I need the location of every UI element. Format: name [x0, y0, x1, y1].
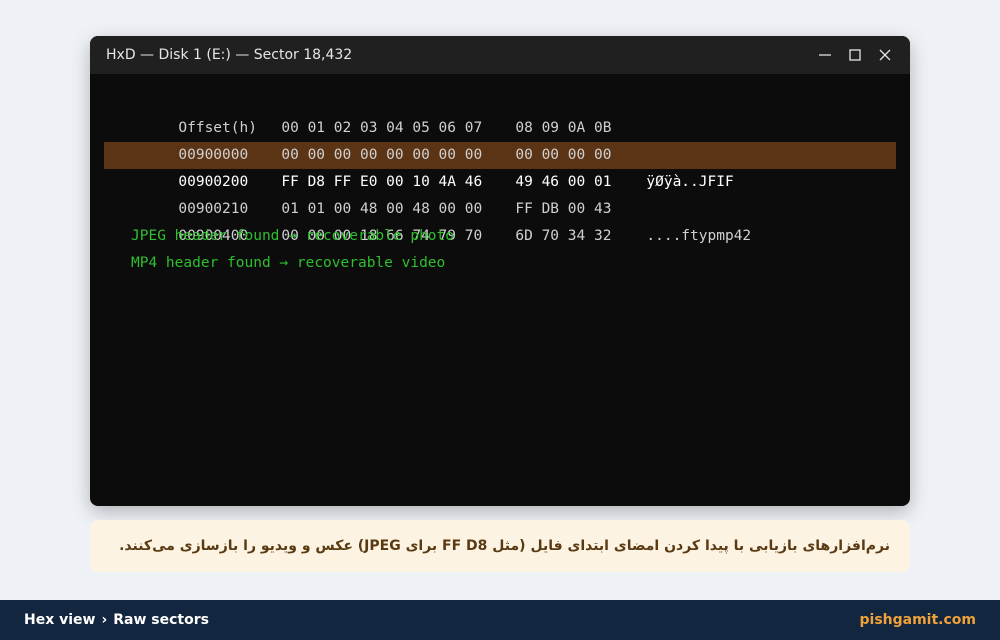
row-bytes-1[interactable]: FF D8 FF E0 00 10 4A 46 [281, 169, 515, 196]
offset-header: Offset(h) [178, 120, 257, 136]
caption-text: نرم‌افزارهای بازیابی با پیدا کردن امضای … [119, 538, 890, 554]
row-bytes-2[interactable]: 49 46 00 01 [515, 169, 646, 196]
hex-editor-window: HxD — Disk 1 (E:) — Sector 18,432 Offset… [90, 36, 910, 506]
close-icon[interactable] [878, 48, 892, 62]
breadcrumb-hex-view: Hex view [24, 612, 96, 628]
hex-view[interactable]: Offset(h) 00 01 02 03 04 05 06 07 08 09 0A… [90, 74, 910, 277]
row-bytes-2[interactable]: FF DB 00 43 [515, 196, 646, 223]
row-bytes-2[interactable]: 6D 70 34 32 [515, 223, 646, 250]
row-ascii[interactable]: ....ftypmp42 [646, 223, 751, 250]
byte-columns-header-1: 00 01 02 03 04 05 06 07 [281, 120, 483, 136]
hex-header-row: Offset(h) 00 01 02 03 04 05 06 07 08 09 0A… [104, 88, 896, 136]
breadcrumb: Hex view › Raw sectors [24, 612, 209, 628]
maximize-icon[interactable] [848, 48, 862, 62]
byte-columns-header-2: 08 09 0A 0B [515, 120, 612, 136]
window-title: HxD — Disk 1 (E:) — Sector 18,432 [106, 47, 353, 63]
row-ascii[interactable]: ÿØÿà..JFIF [646, 169, 733, 196]
title-bar[interactable]: HxD — Disk 1 (E:) — Sector 18,432 [90, 36, 910, 74]
minimize-icon[interactable] [818, 48, 832, 62]
row-bytes-1[interactable]: 00 00 00 00 00 00 00 00 [281, 142, 515, 169]
breadcrumb-raw-sectors: Raw sectors [113, 612, 209, 628]
breadcrumb-separator: › [101, 612, 108, 628]
window-controls [818, 36, 892, 74]
footer-bar: Hex view › Raw sectors pishgamit.com [0, 600, 1000, 640]
row-bytes-2[interactable]: 00 00 00 00 [515, 142, 646, 169]
row-offset: 00900200 [178, 174, 249, 190]
row-offset: 00900000 [178, 147, 249, 163]
row-offset: 00900210 [178, 201, 249, 217]
row-bytes-1[interactable]: 01 01 00 48 00 48 00 00 [281, 196, 515, 223]
mp4-found-note: MP4 header found → recoverable video [131, 255, 446, 271]
site-name: pishgamit.com [859, 612, 977, 628]
caption-box: نرم‌افزارهای بازیابی با پیدا کردن امضای … [90, 520, 910, 572]
